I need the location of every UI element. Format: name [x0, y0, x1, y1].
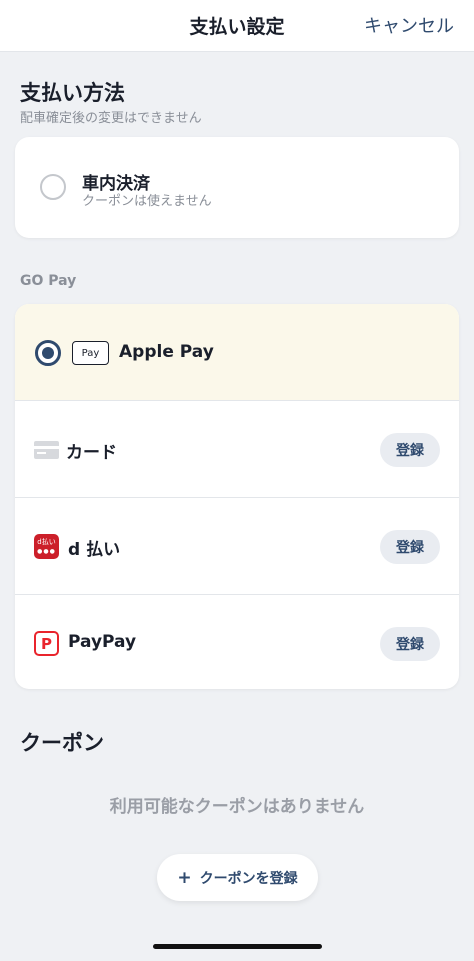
- paypay-icon: P: [34, 631, 59, 656]
- credit-card-icon: [34, 441, 59, 459]
- coupon-title: クーポン: [20, 731, 104, 755]
- payment-option-d-barai[interactable]: d払い ●●● d 払い 登録: [15, 498, 459, 595]
- in-car-radio[interactable]: [40, 174, 66, 200]
- plus-icon: +: [177, 867, 192, 888]
- in-car-note: クーポンは使えません: [82, 194, 212, 209]
- register-coupon-button[interactable]: + クーポンを登録: [157, 854, 318, 901]
- navigation-bar: 支払い設定 キャンセル: [0, 0, 474, 52]
- register-coupon-label: クーポンを登録: [199, 870, 298, 887]
- go-pay-card: Pay Apple Pay カード 登録 d払い ●●● d 払い 登録 P Pa…: [15, 304, 459, 689]
- apple-pay-icon: Pay: [72, 341, 109, 365]
- apple-pay-radio[interactable]: [35, 340, 61, 366]
- register-paypay-button[interactable]: 登録: [380, 627, 440, 661]
- payment-option-card[interactable]: カード 登録: [15, 401, 459, 498]
- paypay-label: PayPay: [68, 632, 137, 652]
- in-car-payment-card[interactable]: 車内決済 クーポンは使えません: [15, 137, 459, 238]
- d-barai-icon: d払い ●●●: [34, 534, 59, 559]
- card-label: カード: [66, 443, 117, 463]
- payment-method-title: 支払い方法: [20, 81, 125, 105]
- coupon-empty-text: 利用可能なクーポンはありません: [109, 797, 365, 817]
- payment-option-paypay[interactable]: P PayPay 登録: [15, 595, 459, 689]
- payment-option-apple-pay[interactable]: Pay Apple Pay: [15, 304, 459, 401]
- register-d-barai-button[interactable]: 登録: [380, 530, 440, 564]
- apple-pay-label: Apple Pay: [119, 342, 214, 362]
- home-indicator: [153, 944, 322, 949]
- payment-method-subtitle: 配車確定後の変更はできません: [20, 111, 202, 126]
- go-pay-label: GO Pay: [20, 273, 77, 289]
- register-card-button[interactable]: 登録: [380, 433, 440, 467]
- d-barai-label: d 払い: [68, 540, 121, 560]
- cancel-button[interactable]: キャンセル: [364, 12, 454, 38]
